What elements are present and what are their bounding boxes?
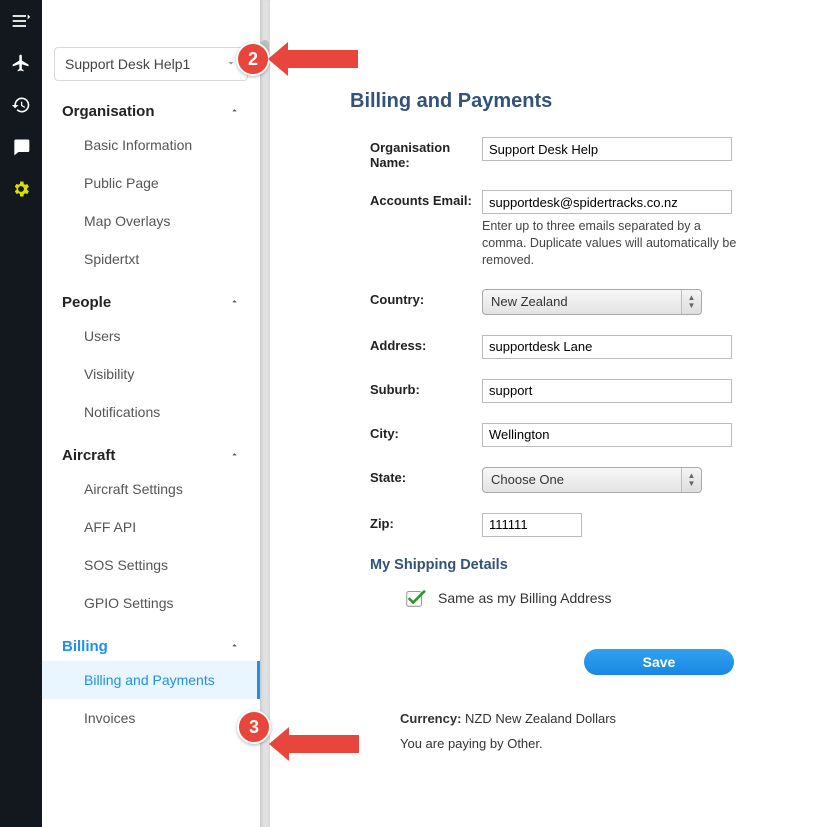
nav-header-label: Organisation xyxy=(62,103,155,120)
nav-item-visibility[interactable]: Visibility xyxy=(42,355,260,393)
shipping-details-heading: My Shipping Details xyxy=(370,557,798,573)
label-address: Address: xyxy=(370,335,482,353)
chevron-up-icon xyxy=(229,447,240,464)
nav-item-sos-settings[interactable]: SOS Settings xyxy=(42,546,260,584)
label-accounts-email: Accounts Email: xyxy=(370,190,482,208)
nav-item-map-overlays[interactable]: Map Overlays xyxy=(42,202,260,240)
page-title: Billing and Payments xyxy=(350,90,798,113)
nav-header-people[interactable]: People xyxy=(42,288,260,317)
nav-item-basic-information[interactable]: Basic Information xyxy=(42,126,260,164)
input-city[interactable] xyxy=(482,423,732,447)
label-zip: Zip: xyxy=(370,513,482,531)
select-state-value: Choose One xyxy=(491,472,564,487)
nav-header-aircraft[interactable]: Aircraft xyxy=(42,441,260,470)
rail-menu-icon[interactable] xyxy=(0,0,42,42)
nav-item-aircraft-settings[interactable]: Aircraft Settings xyxy=(42,470,260,508)
nav-item-notifications[interactable]: Notifications xyxy=(42,393,260,431)
select-country[interactable]: New Zealand ▲▼ xyxy=(482,289,702,315)
label-country: Country: xyxy=(370,289,482,307)
nav-item-users[interactable]: Users xyxy=(42,317,260,355)
nav-item-gpio-settings[interactable]: GPIO Settings xyxy=(42,584,260,622)
rail-history-icon[interactable] xyxy=(0,84,42,126)
nav-header-organisation[interactable]: Organisation xyxy=(42,97,260,126)
input-suburb[interactable] xyxy=(482,379,732,403)
select-state[interactable]: Choose One ▲▼ xyxy=(482,467,702,493)
rail-airplane-icon[interactable] xyxy=(0,42,42,84)
checkbox-same-as-billing[interactable] xyxy=(404,587,426,609)
currency-value: NZD New Zealand Dollars xyxy=(465,711,616,726)
nav-header-label: Billing xyxy=(62,638,108,655)
hint-accounts-email: Enter up to three emails separated by a … xyxy=(482,218,742,269)
org-select-dropdown[interactable]: Support Desk Help1 xyxy=(54,47,248,81)
scrollbar-thumb[interactable] xyxy=(261,40,269,58)
currency-label: Currency: xyxy=(400,711,461,726)
stepper-icon: ▲▼ xyxy=(681,468,701,492)
chevron-down-icon xyxy=(225,56,237,72)
nav-header-label: Aircraft xyxy=(62,447,115,464)
icon-rail xyxy=(0,0,42,827)
rail-settings-icon[interactable] xyxy=(0,168,42,210)
paying-line: You are paying by Other. xyxy=(400,736,798,751)
chevron-up-icon xyxy=(229,638,240,655)
label-state: State: xyxy=(370,467,482,485)
stepper-icon: ▲▼ xyxy=(681,290,701,314)
save-button[interactable]: Save xyxy=(584,649,734,675)
nav-item-spidertxt[interactable]: Spidertxt xyxy=(42,240,260,278)
input-accounts-email[interactable] xyxy=(482,190,732,214)
main-content: Billing and Payments Organisation Name: … xyxy=(270,0,818,827)
label-org-name: Organisation Name: xyxy=(370,137,482,170)
select-country-value: New Zealand xyxy=(491,294,568,309)
nav-header-billing[interactable]: Billing xyxy=(42,632,260,661)
nav-item-billing-and-payments[interactable]: Billing and Payments xyxy=(42,661,260,699)
panel-divider xyxy=(260,0,270,827)
checkbox-label: Same as my Billing Address xyxy=(438,590,612,606)
nav-item-aff-api[interactable]: AFF API xyxy=(42,508,260,546)
input-zip[interactable] xyxy=(482,513,582,537)
chevron-up-icon xyxy=(229,103,240,120)
nav-item-public-page[interactable]: Public Page xyxy=(42,164,260,202)
sidebar: Support Desk Help1 Organisation Basic In… xyxy=(42,0,260,827)
label-city: City: xyxy=(370,423,482,441)
rail-chat-icon[interactable] xyxy=(0,126,42,168)
nav-header-label: People xyxy=(62,294,111,311)
chevron-up-icon xyxy=(229,294,240,311)
currency-line: Currency: NZD New Zealand Dollars xyxy=(400,711,798,726)
nav-item-invoices[interactable]: Invoices xyxy=(42,699,260,737)
label-suburb: Suburb: xyxy=(370,379,482,397)
input-org-name[interactable] xyxy=(482,137,732,161)
input-address[interactable] xyxy=(482,335,732,359)
org-select-value: Support Desk Help1 xyxy=(65,56,190,72)
